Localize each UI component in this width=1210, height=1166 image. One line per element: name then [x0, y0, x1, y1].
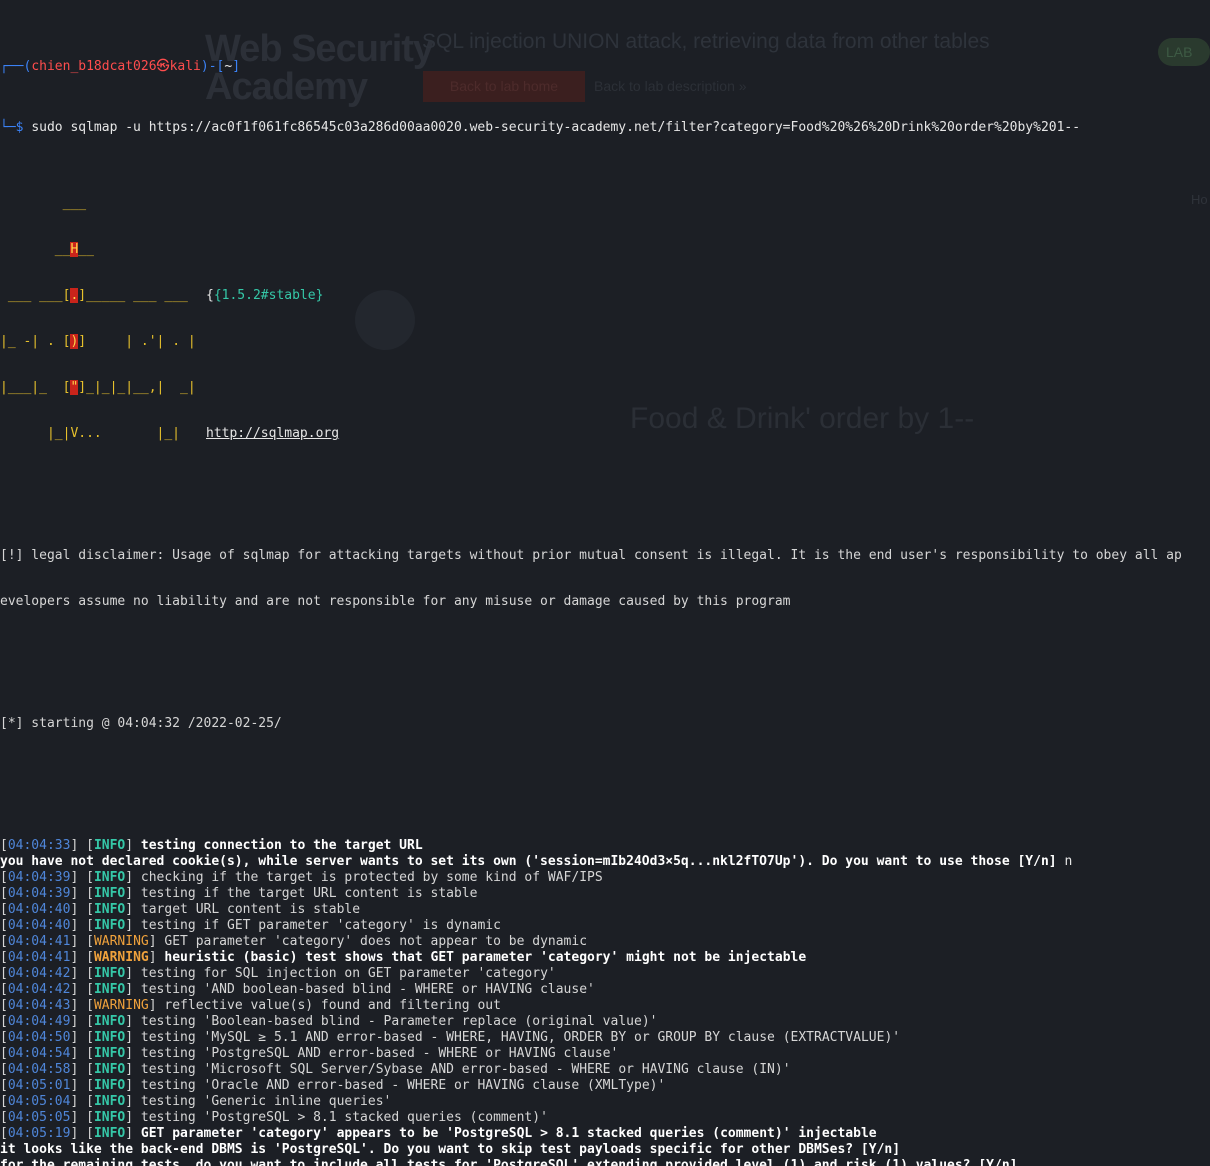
log-level: INFO: [93, 918, 126, 933]
log-timestamp: 04:05:01: [7, 1078, 71, 1093]
log-line: [04:05:04] [INFO] testing 'Generic inlin…: [0, 1094, 392, 1109]
log-line: [04:05:01] [INFO] testing 'Oracle AND er…: [0, 1078, 666, 1093]
log-line: [04:04:42] [INFO] testing for SQL inject…: [0, 966, 556, 981]
prompt-host: kali: [169, 59, 201, 74]
log-timestamp: 04:04:42: [7, 982, 71, 997]
log-timestamp: 04:04:54: [7, 1046, 71, 1061]
log-line: [04:04:54] [INFO] testing 'PostgreSQL AN…: [0, 1046, 619, 1061]
log-message: heuristic (basic) test shows that GET pa…: [164, 950, 807, 965]
log-timestamp: 04:05:04: [7, 1094, 71, 1109]
log-message: target URL content is stable: [140, 902, 361, 917]
log-line: [04:04:39] [INFO] testing if the target …: [0, 886, 478, 901]
log-timestamp: 04:04:50: [7, 1030, 71, 1045]
prompt-dir: ~: [224, 59, 233, 74]
log-line: [04:04:41] [WARNING] heuristic (basic) t…: [0, 950, 807, 965]
log-level: INFO: [93, 886, 126, 901]
log-level: INFO: [93, 1030, 126, 1045]
log-prompt-text: for the remaining tests, do you want to …: [0, 1158, 1018, 1166]
log-message: testing 'Oracle AND error-based - WHERE …: [140, 1078, 666, 1093]
log-level: INFO: [93, 1110, 126, 1125]
log-prompt-text: it looks like the back-end DBMS is 'Post…: [0, 1142, 901, 1157]
prompt-user: chien_b18dcat026: [31, 59, 157, 74]
banner-row-4: |_ -| . [)] | .'| . |: [0, 334, 196, 349]
log-line: [04:04:41] [WARNING] GET parameter 'cate…: [0, 934, 588, 949]
command-line: └─$ sudo sqlmap -u https://ac0f1f061fc86…: [0, 120, 1081, 135]
banner-row-3: ___ ___[.]_____ ___ ___ {{1.5.2#stable}: [0, 288, 324, 303]
log-level: INFO: [93, 902, 126, 917]
log-prompt-line: it looks like the back-end DBMS is 'Post…: [0, 1142, 1210, 1158]
log-message: GET parameter 'category' appears to be '…: [140, 1126, 877, 1141]
log-level: INFO: [93, 1078, 126, 1093]
log-line: [04:05:05] [INFO] testing 'PostgreSQL > …: [0, 1110, 548, 1125]
log-level: INFO: [93, 1126, 126, 1141]
log-message: testing 'Microsoft SQL Server/Sybase AND…: [140, 1062, 791, 1077]
log-message: testing connection to the target URL: [140, 838, 423, 853]
log-message: testing 'Generic inline queries': [140, 1094, 392, 1109]
log-line: [04:04:33] [INFO] testing connection to …: [0, 838, 423, 853]
log-line: [04:04:40] [INFO] target URL content is …: [0, 902, 361, 917]
log-level: WARNING: [93, 934, 149, 949]
log-message: checking if the target is protected by s…: [140, 870, 603, 885]
log-level: WARNING: [93, 950, 149, 965]
log-prompt-text: you have not declared cookie(s), while s…: [0, 854, 1065, 869]
log-timestamp: 04:04:39: [7, 870, 71, 885]
log-level: INFO: [93, 870, 126, 885]
log-timestamp: 04:04:43: [7, 998, 71, 1013]
log-timestamp: 04:04:58: [7, 1062, 71, 1077]
log-message: testing 'Boolean-based blind - Parameter…: [140, 1014, 658, 1029]
banner-row-2: __H__: [54, 242, 94, 257]
log-timestamp: 04:04:33: [7, 838, 71, 853]
log-timestamp: 04:04:42: [7, 966, 71, 981]
log-prompt-line: for the remaining tests, do you want to …: [0, 1158, 1210, 1166]
log-output: [04:04:33] [INFO] testing connection to …: [0, 838, 1210, 1166]
log-timestamp: 04:04:40: [7, 902, 71, 917]
log-level: INFO: [93, 1014, 126, 1029]
log-level: INFO: [93, 966, 126, 981]
terminal[interactable]: ┌──(chien_b18dcat026㉿kali)-[~] └─$ sudo …: [0, 0, 1210, 1166]
log-message: testing 'PostgreSQL > 8.1 stacked querie…: [140, 1110, 548, 1125]
log-line: [04:04:39] [INFO] checking if the target…: [0, 870, 603, 885]
log-message: reflective value(s) found and filtering …: [164, 998, 501, 1013]
log-line: [04:04:42] [INFO] testing 'AND boolean-b…: [0, 982, 595, 997]
prompt-header: ┌──(chien_b18dcat026㉿kali)-[~]: [0, 59, 241, 74]
sqlmap-url-link[interactable]: http://sqlmap.org: [206, 426, 339, 441]
log-message: testing for SQL injection on GET paramet…: [140, 966, 556, 981]
log-timestamp: 04:05:05: [7, 1110, 71, 1125]
log-message: testing 'MySQL ≥ 5.1 AND error-based - W…: [140, 1030, 901, 1045]
log-timestamp: 04:05:19: [7, 1126, 71, 1141]
log-line: [04:05:19] [INFO] GET parameter 'categor…: [0, 1126, 877, 1141]
log-prompt-line: you have not declared cookie(s), while s…: [0, 854, 1210, 870]
log-timestamp: 04:04:39: [7, 886, 71, 901]
log-level: WARNING: [93, 998, 149, 1013]
log-timestamp: 04:04:40: [7, 918, 71, 933]
log-message: testing if the target URL content is sta…: [140, 886, 478, 901]
log-prompt-answer: n: [1064, 854, 1073, 869]
banner-row-5: |___|_ ["]_|_|_|__,| _|: [0, 380, 196, 395]
log-line: [04:04:50] [INFO] testing 'MySQL ≥ 5.1 A…: [0, 1030, 901, 1045]
log-line: [04:04:58] [INFO] testing 'Microsoft SQL…: [0, 1062, 791, 1077]
starting-line: [*] starting @ 04:04:32 /2022-02-25/: [0, 716, 282, 731]
log-level: INFO: [93, 838, 126, 853]
log-line: [04:04:40] [INFO] testing if GET paramet…: [0, 918, 501, 933]
command-text: sudo sqlmap -u https://ac0f1f061fc86545c…: [31, 120, 1081, 135]
disclaimer-line-2: evelopers assume no liability and are no…: [0, 594, 791, 609]
log-message: GET parameter 'category' does not appear…: [164, 934, 588, 949]
log-timestamp: 04:04:49: [7, 1014, 71, 1029]
log-message: testing 'AND boolean-based blind - WHERE…: [140, 982, 595, 997]
sqlmap-logo: ___ ___[.]_____ ___ ___: [0, 288, 204, 303]
banner-row-1: ___: [62, 196, 87, 211]
log-level: INFO: [93, 1062, 126, 1077]
disclaimer-line-1: [!] legal disclaimer: Usage of sqlmap fo…: [0, 548, 1182, 563]
log-level: INFO: [93, 1094, 126, 1109]
log-line: [04:04:49] [INFO] testing 'Boolean-based…: [0, 1014, 658, 1029]
log-message: testing 'PostgreSQL AND error-based - WH…: [140, 1046, 619, 1061]
sqlmap-version: {1.5.2#stable}: [213, 288, 324, 303]
log-level: INFO: [93, 1046, 126, 1061]
log-level: INFO: [93, 982, 126, 997]
log-line: [04:04:43] [WARNING] reflective value(s)…: [0, 998, 501, 1013]
banner-row-6: |_|V... |_| http://sqlmap.org: [0, 426, 340, 441]
log-timestamp: 04:04:41: [7, 934, 71, 949]
log-timestamp: 04:04:41: [7, 950, 71, 965]
log-message: testing if GET parameter 'category' is d…: [140, 918, 501, 933]
